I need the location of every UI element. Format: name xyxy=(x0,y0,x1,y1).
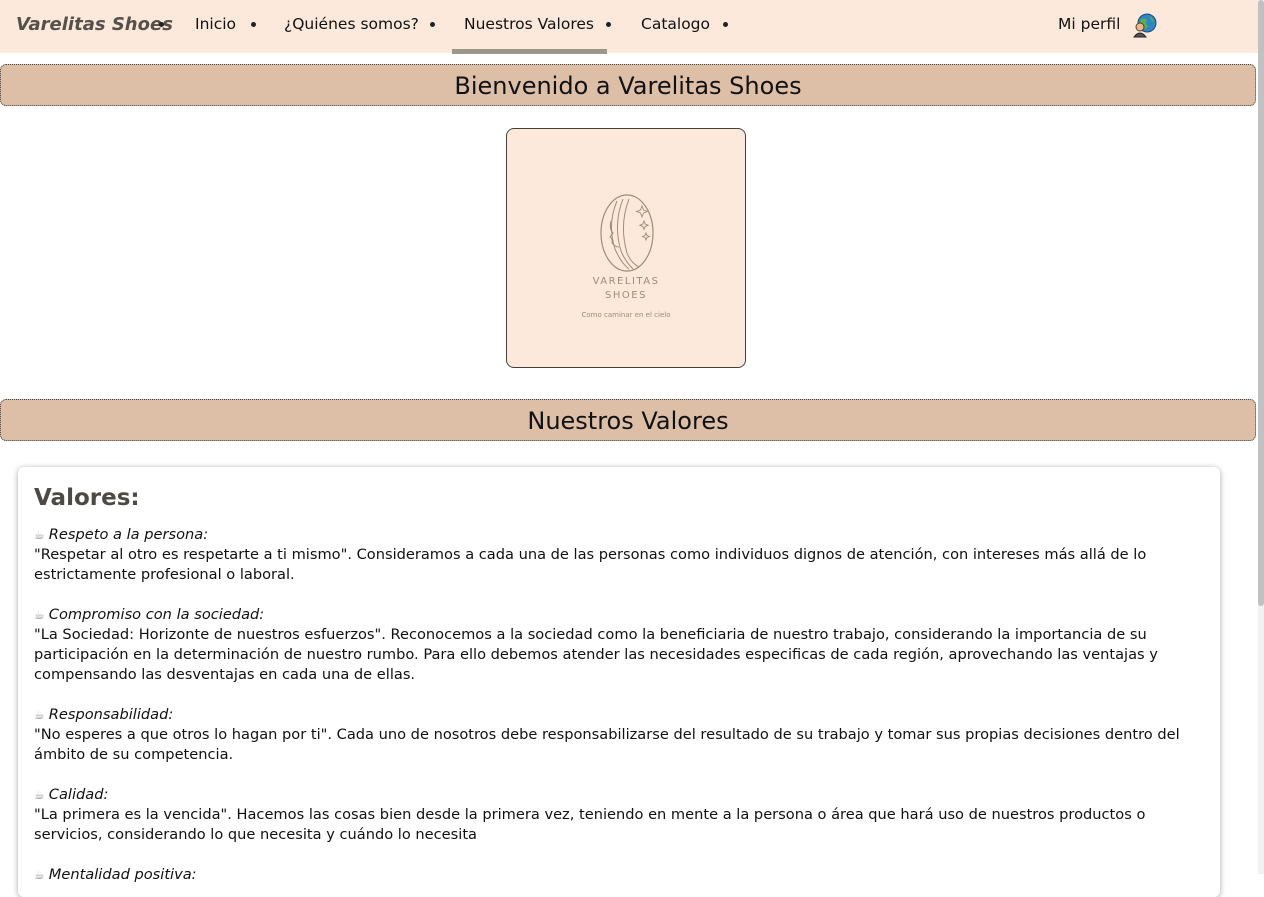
broken-image-icon: ☕ xyxy=(34,868,45,882)
value-heading: Calidad: xyxy=(48,786,109,803)
top-navbar: Varelitas Shoes Inicio ¿Quiénes somos? N… xyxy=(0,0,1258,54)
value-heading: Respeto a la persona: xyxy=(48,526,209,543)
broken-image-icon: ☕ xyxy=(34,608,45,622)
broken-image-icon: ☕ xyxy=(34,528,45,542)
nav-bullet xyxy=(606,22,611,27)
logo-name-line2: SHOES xyxy=(605,290,647,301)
value-heading: Responsabilidad: xyxy=(48,706,174,723)
value-text: "La primera es la vencida". Hacemos las … xyxy=(34,806,1146,843)
broken-image-icon: ☕ xyxy=(34,788,45,802)
profile-link[interactable]: Mi perfil xyxy=(1058,15,1120,33)
values-card: Valores: ☕ Respeto a la persona: "Respeta… xyxy=(18,467,1220,897)
value-item: ☕ Compromiso con la sociedad: "La Socieda… xyxy=(34,605,1206,685)
logo-name-line1: VARELITAS xyxy=(592,276,660,287)
nav-item-nuestros-valores[interactable]: Nuestros Valores xyxy=(464,15,594,33)
value-heading: Compromiso con la sociedad: xyxy=(48,606,265,623)
value-text: "Respetar al otro es respetarte a ti mis… xyxy=(34,546,1147,583)
woman-portrait-emblem-icon xyxy=(600,194,654,272)
brand-link[interactable]: Varelitas Shoes xyxy=(16,14,173,35)
welcome-banner: Bienvenido a Varelitas Shoes xyxy=(0,64,1256,106)
values-banner: Nuestros Valores xyxy=(0,399,1256,441)
broken-image-icon: ☕ xyxy=(34,708,45,722)
logo-tagline: Como caminar en el cielo xyxy=(581,311,671,319)
value-item: ☕ Calidad: "La primera es la vencida". Ha… xyxy=(34,785,1206,845)
value-text: "La Sociedad: Horizonte de nuestros esfu… xyxy=(34,626,1158,683)
nav-item-quienes-somos[interactable]: ¿Quiénes somos? xyxy=(284,15,419,33)
nav-item-inicio[interactable]: Inicio xyxy=(195,15,236,33)
nav-bullet xyxy=(430,22,435,27)
values-title: Valores: xyxy=(34,485,140,511)
globe-user-icon[interactable] xyxy=(1132,12,1158,38)
nav-item-catalogo[interactable]: Catalogo xyxy=(641,15,710,33)
brand-logo: VARELITAS SHOES Como caminar en el cielo xyxy=(506,128,746,368)
value-item: ☕ Respeto a la persona: "Respetar al otro… xyxy=(34,525,1206,585)
nav-bullet xyxy=(251,22,256,27)
value-item: ☕ Responsabilidad: "No esperes a que otro… xyxy=(34,705,1206,765)
nav-bullet xyxy=(723,22,728,27)
nav-bullet xyxy=(159,22,164,27)
value-item: ☕ Mentalidad positiva: xyxy=(34,865,1206,885)
scrollbar-thumb[interactable] xyxy=(1258,0,1264,606)
value-heading: Mentalidad positiva: xyxy=(48,866,197,883)
value-text: "No esperes a que otros lo hagan por ti"… xyxy=(34,726,1180,763)
active-tab-indicator xyxy=(452,49,607,54)
